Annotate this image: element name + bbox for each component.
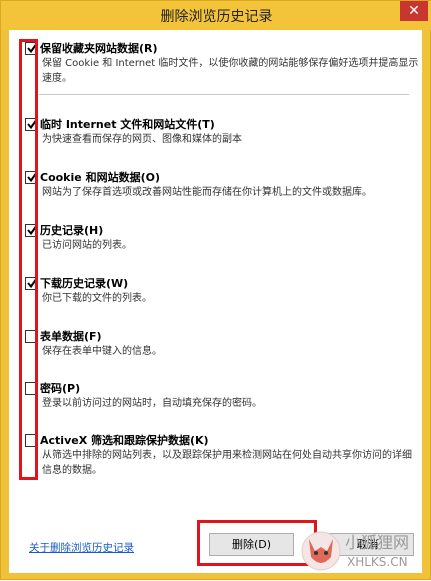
option-description: 保存在表单中键入的信息。 xyxy=(42,346,162,357)
dialog-body: 保留收藏夹网站数据(R) 保留 Cookie 和 Internet 临时文件，以… xyxy=(9,30,422,573)
option-label[interactable]: 表单数据(F) xyxy=(40,328,102,344)
option-label[interactable]: 密码(P) xyxy=(40,380,80,396)
title-bar[interactable]: 删除浏览历史记录 ✕ xyxy=(1,1,431,30)
watermark-text: 小狐狸网 xyxy=(345,533,410,552)
option-description: 你已下载的文件的列表。 xyxy=(42,293,152,304)
about-delete-history-link[interactable]: 关于删除浏览历史记录 xyxy=(29,540,134,555)
option-label[interactable]: Cookie 和网站数据(O) xyxy=(40,169,160,185)
option-label[interactable]: 下载历史记录(W) xyxy=(40,275,128,291)
close-button[interactable]: ✕ xyxy=(400,1,428,21)
fox-logo-icon xyxy=(301,531,341,571)
option-description: 保留 Cookie 和 Internet 临时文件，以使你收藏的网站能够保存偏好… xyxy=(42,58,419,84)
delete-history-dialog: 删除浏览历史记录 ✕ 保留收藏夹网站数据(R) 保留 Cookie 和 Inte… xyxy=(0,0,431,580)
option-description: 登录以前访问过的网站时，自动填充保存的密码。 xyxy=(42,398,262,409)
checkbox-highlight-frame xyxy=(19,39,38,480)
option-description: 已访问网站的列表。 xyxy=(42,240,132,251)
option-label[interactable]: 历史记录(H) xyxy=(40,222,103,238)
watermark: 小狐狸网 XHLKS.CN xyxy=(295,521,431,581)
option-label[interactable]: ActiveX 筛选和跟踪保护数据(K) xyxy=(40,432,209,448)
separator xyxy=(39,94,409,95)
option-description: 网站为了保存首选项或改善网站性能而存储在你计算机上的文件或数据库。 xyxy=(42,187,372,198)
option-description: 为快速查看而保存的网页、图像和媒体的副本 xyxy=(42,134,242,145)
option-description: 从筛选中排除的网站列表，以及跟踪保护用来检测网站在何处自动共享你访问的详细信息的… xyxy=(42,450,412,476)
watermark-subtext: XHLKS.CN xyxy=(347,555,408,569)
option-label[interactable]: 临时 Internet 文件和网站文件(T) xyxy=(40,116,215,132)
option-label[interactable]: 保留收藏夹网站数据(R) xyxy=(40,40,158,56)
window-title: 删除浏览历史记录 xyxy=(160,9,273,25)
